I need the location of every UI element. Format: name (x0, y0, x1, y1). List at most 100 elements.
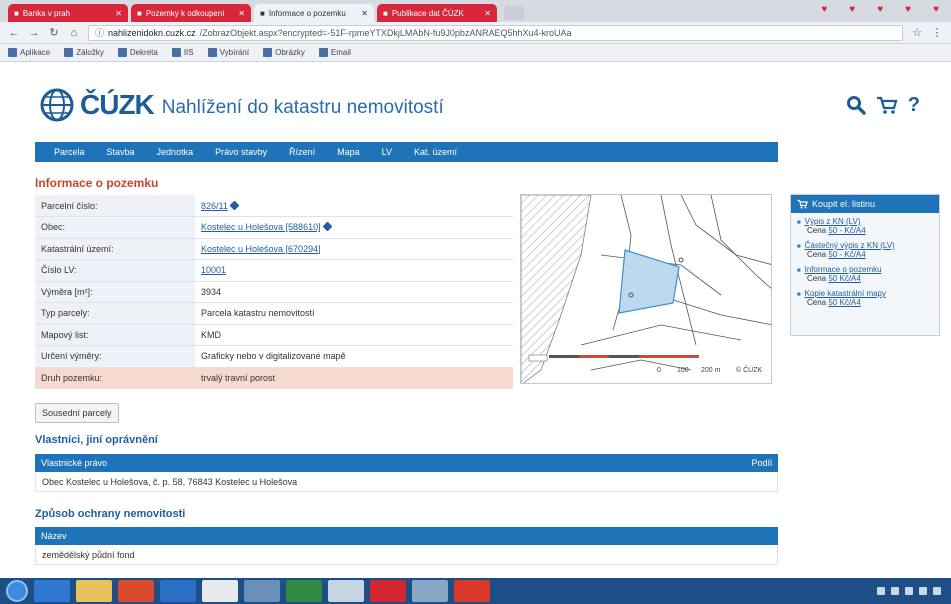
parcel-number-link[interactable]: 826/11 (201, 201, 228, 211)
heart-icon: ♥ (905, 4, 912, 15)
browser-tab-1[interactable]: ■ Banka v prah ✕ (8, 4, 128, 22)
mail-icon (318, 48, 328, 57)
nav-rizeni[interactable]: Řízení (280, 147, 324, 157)
back-arrow-icon[interactable]: ← (8, 27, 20, 39)
home-icon[interactable]: ⌂ (68, 27, 80, 39)
row-value: trvalý travní porost (195, 367, 513, 389)
chrome-icon[interactable] (202, 580, 238, 602)
nav-stavba[interactable]: Stavba (98, 147, 144, 157)
scale-label-200: 200 m (701, 367, 721, 374)
app-icon[interactable] (328, 580, 364, 602)
pencil-icon[interactable] (229, 200, 240, 210)
municipality-link[interactable]: Kostelec u Holešova [588610] (201, 222, 321, 232)
nav-jednotka[interactable]: Jednotka (148, 147, 203, 157)
bookmark-item[interactable]: Email (318, 48, 351, 57)
menu-icon[interactable]: ⋮ (931, 26, 943, 39)
close-tab-icon[interactable]: ✕ (115, 9, 122, 18)
map-drawing: 0 100 200 m © ČÚZK (521, 195, 771, 383)
url-path: /ZobrazObjekt.aspx?encrypted=-51F-rpmeYT… (199, 27, 572, 38)
parcel-boundary (590, 359, 692, 371)
forward-arrow-icon[interactable]: → (28, 27, 40, 39)
browser-tab-strip: ■ Banka v prah ✕ ■ Pozemky k odkoupení ✕… (0, 0, 951, 22)
start-button[interactable] (6, 580, 28, 602)
tray-icon[interactable] (891, 587, 899, 595)
close-tab-icon[interactable]: ✕ (361, 9, 368, 18)
cadastral-map[interactable]: 0 100 200 m © ČÚZK (520, 194, 772, 384)
tab-favicon-icon: ■ (14, 8, 19, 18)
nav-kat-uzemi[interactable]: Kat. území (405, 147, 466, 157)
cart-icon (797, 199, 808, 209)
row-label: Mapový list: (35, 324, 195, 346)
protection-row: zemědělský půdní fond (35, 545, 778, 565)
pdf-icon[interactable] (454, 580, 490, 602)
nav-parcela[interactable]: Parcela (45, 147, 94, 157)
volume-icon[interactable] (919, 587, 927, 595)
selected-parcel[interactable] (618, 249, 680, 314)
bookmark-item[interactable]: Vybírání (207, 48, 249, 57)
nav-mapa[interactable]: Mapa (328, 147, 369, 157)
cuzk-logo[interactable]: ČÚZK (40, 88, 155, 122)
url-input[interactable]: ⓘ nahlizenidokn.cuzk.cz/ZobrazObjekt.asp… (88, 24, 903, 41)
price-line: Cena 50 - Kč/A4 (807, 250, 866, 259)
pencil-icon[interactable] (322, 221, 333, 232)
parcel-boundary (580, 324, 742, 346)
buy-map-copy-link[interactable]: Kopie katastrální mapy (797, 289, 933, 298)
table-row: Typ parcely: Parcela katastru nemovitost… (35, 302, 513, 325)
explorer-icon[interactable] (76, 580, 112, 602)
main-navigation: Parcela Stavba Jednotka Právo stavby Říz… (35, 142, 778, 162)
browser-tab-3[interactable]: ■ Informace o pozemku ✕ (254, 4, 374, 22)
table-row: Určení výměry: Graficky nebo v digitaliz… (35, 345, 513, 368)
nav-lv[interactable]: LV (373, 147, 401, 157)
parcel-boundary (710, 195, 771, 289)
reload-icon[interactable]: ↻ (48, 26, 60, 39)
row-label: Katastrální území: (35, 238, 195, 260)
globe-logo-icon (40, 88, 74, 122)
acrobat-icon[interactable] (370, 580, 406, 602)
excel-icon[interactable] (286, 580, 322, 602)
new-tab-button[interactable] (504, 6, 524, 20)
buy-document-panel: Koupit el. listinu Výpis z KN (LV) Cena … (790, 194, 940, 336)
network-icon[interactable] (933, 587, 941, 595)
search-icon[interactable] (846, 95, 866, 115)
app-icon[interactable] (412, 580, 448, 602)
cart-icon[interactable] (876, 95, 898, 115)
app-icon[interactable] (244, 580, 280, 602)
heart-icon: ♥ (849, 4, 856, 15)
lv-number-link[interactable]: 10001 (201, 265, 226, 275)
map-scale-bar-segment (549, 355, 579, 358)
neighbors-button[interactable]: Sousední parcely (35, 403, 119, 423)
row-value: Graficky nebo v digitalizované mapě (195, 345, 513, 368)
bookmark-item[interactable]: IIS (171, 48, 194, 57)
cadastral-area-link[interactable]: Kostelec u Holešova [670294] (201, 244, 321, 254)
close-tab-icon[interactable]: ✕ (484, 9, 491, 18)
tray-icon[interactable] (877, 587, 885, 595)
bookmark-item[interactable]: Dekreta (117, 48, 158, 57)
price-link[interactable]: 50 Kč/A4 (828, 274, 860, 283)
row-value: 3934 (195, 281, 513, 303)
help-icon[interactable]: ? (908, 94, 920, 117)
close-tab-icon[interactable]: ✕ (238, 9, 245, 18)
row-label: Výměra [m²]: (35, 281, 195, 303)
buy-lv-extract-link[interactable]: Výpis z KN (LV) (797, 217, 933, 226)
nav-pravo-stavby[interactable]: Právo stavby (206, 147, 276, 157)
bookmark-item[interactable]: Obrázky (263, 48, 305, 57)
bookmark-item[interactable]: Aplikace (8, 48, 50, 57)
bookmark-item[interactable]: Záložky (64, 48, 104, 57)
bookmark-icon (171, 48, 181, 57)
star-icon[interactable]: ☆ (911, 26, 923, 39)
ie-icon[interactable] (34, 580, 70, 602)
outlook-icon[interactable] (160, 580, 196, 602)
map-watermark: © ČÚZK (736, 365, 762, 374)
price-link[interactable]: 50 - Kč/A4 (828, 226, 865, 235)
page-title: Nahlížení do katastru nemovitostí (161, 97, 444, 118)
list-item: Informace o pozemku Cena 50 Kč/A4 (797, 265, 933, 283)
buy-partial-extract-link[interactable]: Částečný výpis z KN (LV) (797, 241, 933, 250)
buy-parcel-info-link[interactable]: Informace o pozemku (797, 265, 933, 274)
price-link[interactable]: 50 Kč/A4 (828, 298, 860, 307)
parcel-boundary (680, 195, 771, 265)
media-player-icon[interactable] (118, 580, 154, 602)
tray-icon[interactable] (905, 587, 913, 595)
browser-tab-4[interactable]: ■ Publikace dat ČÚZK ✕ (377, 4, 497, 22)
price-link[interactable]: 50 - Kč/A4 (828, 250, 865, 259)
browser-tab-2[interactable]: ■ Pozemky k odkoupení ✕ (131, 4, 251, 22)
